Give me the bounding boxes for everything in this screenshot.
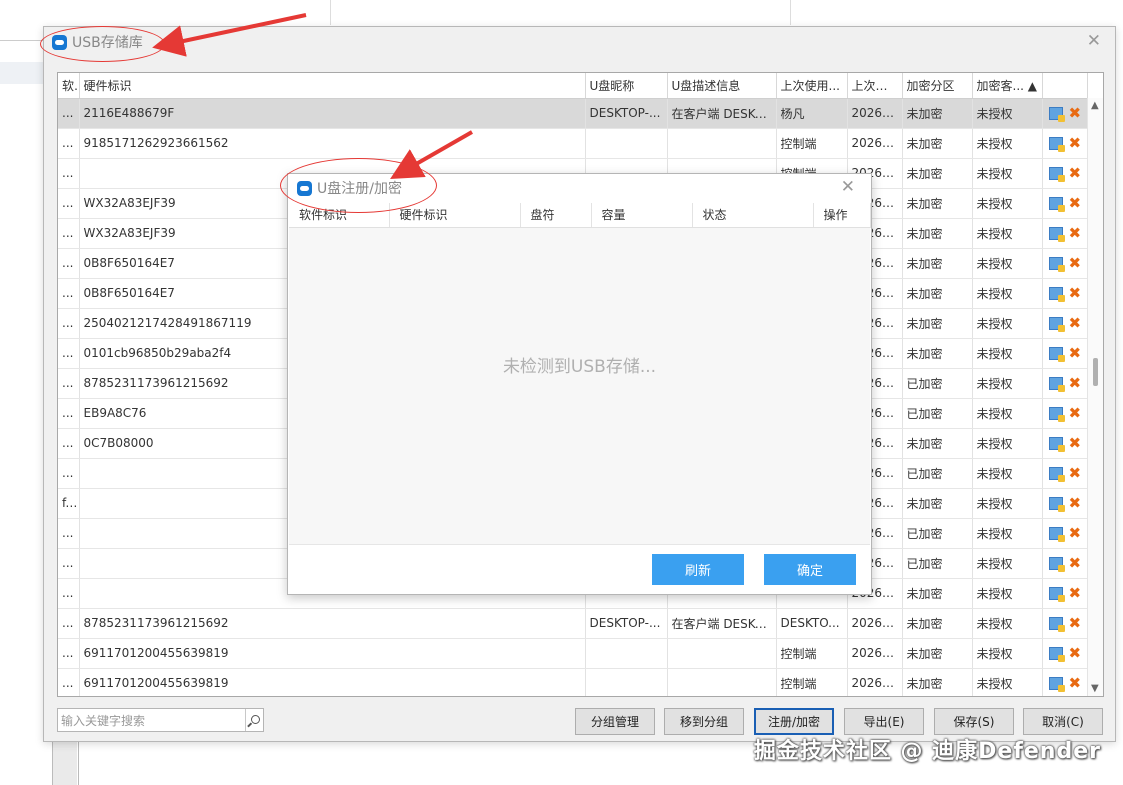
annotation-arrow	[152, 13, 307, 57]
annotation-arrows	[152, 13, 473, 179]
watermark: 掘金技术社区 @ 迪康Defender	[753, 739, 1101, 764]
annotation-arrow	[390, 130, 473, 179]
